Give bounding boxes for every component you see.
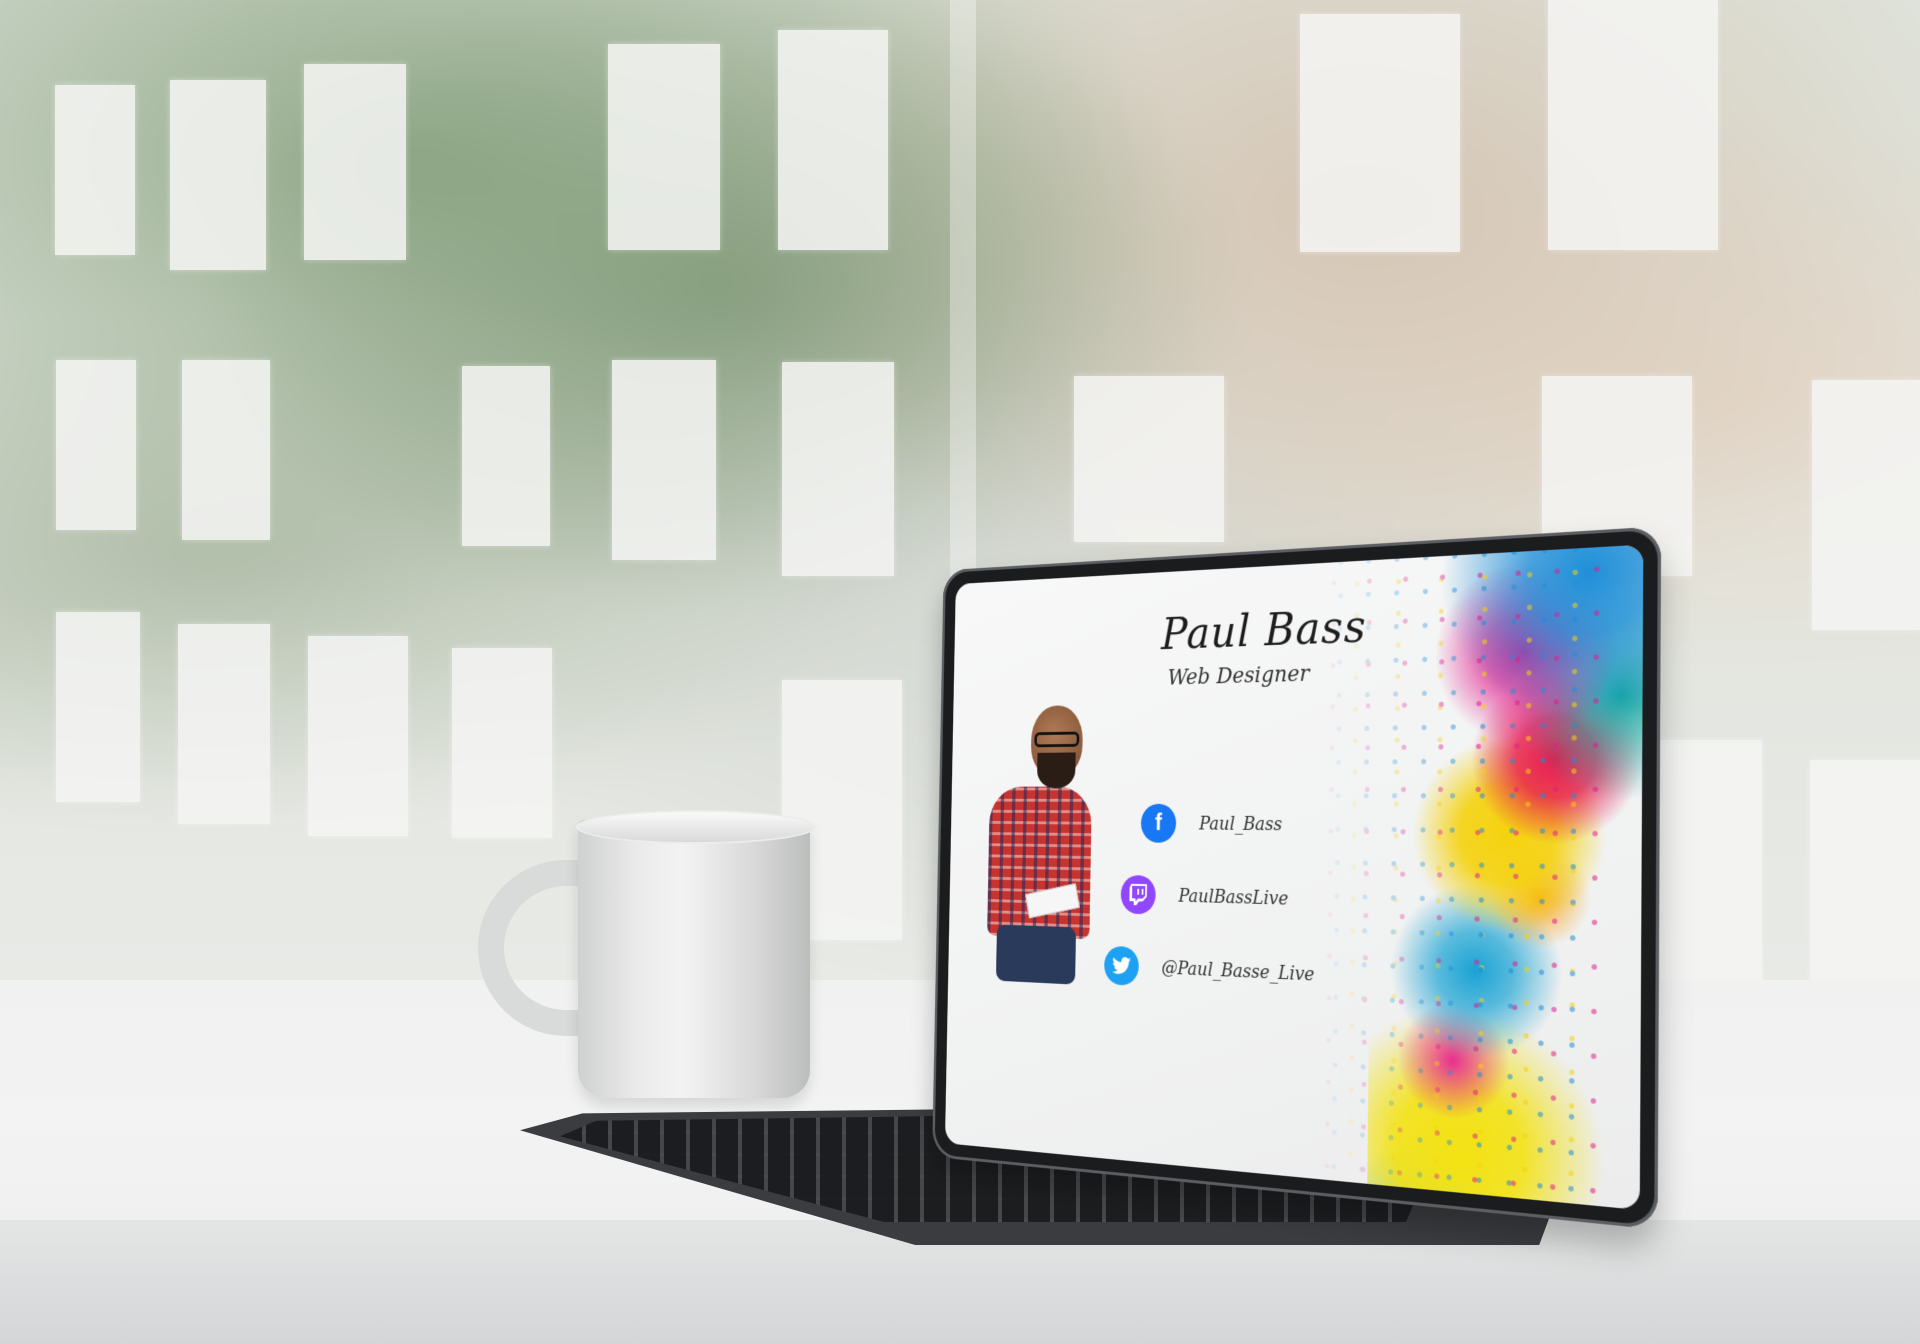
frosted-pane bbox=[778, 30, 888, 250]
profile-photo bbox=[980, 699, 1100, 986]
photo-beard bbox=[1037, 752, 1076, 788]
frosted-pane bbox=[462, 366, 550, 546]
card-name: Paul Bass bbox=[1161, 601, 1367, 660]
twitter-icon[interactable] bbox=[1104, 946, 1139, 986]
scene: Paul Bass Web Designer f Paul_Bass PaulB… bbox=[0, 0, 1920, 1344]
frosted-pane bbox=[1074, 376, 1224, 542]
mug-rim bbox=[576, 810, 816, 844]
social-handle-facebook: Paul_Bass bbox=[1199, 813, 1282, 834]
photo-shirt bbox=[987, 787, 1092, 940]
frosted-pane bbox=[304, 64, 406, 260]
twitter-bird-glyph bbox=[1112, 957, 1131, 975]
social-link-twitter[interactable]: @Paul_Basse_Live bbox=[1104, 936, 1380, 1008]
mug bbox=[578, 820, 810, 1098]
frosted-pane bbox=[182, 360, 270, 540]
tablet-screen[interactable]: Paul Bass Web Designer f Paul_Bass PaulB… bbox=[945, 545, 1643, 1210]
twitch-glyph bbox=[1129, 884, 1147, 906]
frosted-pane bbox=[56, 612, 140, 802]
social-handle-twitch: PaulBassLive bbox=[1178, 885, 1288, 909]
social-handle-twitter: @Paul_Basse_Live bbox=[1161, 957, 1314, 985]
frosted-pane bbox=[55, 85, 135, 255]
frosted-pane bbox=[170, 80, 266, 270]
social-link-facebook[interactable]: f Paul_Bass bbox=[1141, 794, 1382, 856]
photo-glasses bbox=[1034, 732, 1079, 748]
frosted-pane bbox=[308, 636, 408, 836]
card-role: Web Designer bbox=[1167, 662, 1309, 691]
frosted-pane bbox=[782, 362, 894, 576]
frosted-pane bbox=[608, 44, 720, 250]
twitch-icon[interactable] bbox=[1121, 875, 1156, 915]
facebook-icon[interactable]: f bbox=[1141, 804, 1177, 843]
frosted-pane bbox=[178, 624, 270, 824]
tablet: Paul Bass Web Designer f Paul_Bass PaulB… bbox=[932, 526, 1661, 1229]
frosted-pane bbox=[1548, 0, 1718, 250]
frosted-pane bbox=[1812, 380, 1920, 630]
frosted-pane bbox=[1300, 14, 1460, 252]
frosted-pane bbox=[452, 648, 552, 838]
social-links: f Paul_Bass PaulBassLive @Paul_Basse_Liv… bbox=[1104, 794, 1382, 1023]
social-link-twitch[interactable]: PaulBassLive bbox=[1120, 865, 1380, 932]
photo-jeans bbox=[996, 925, 1076, 985]
frosted-pane bbox=[56, 360, 136, 530]
frosted-pane bbox=[612, 360, 716, 560]
